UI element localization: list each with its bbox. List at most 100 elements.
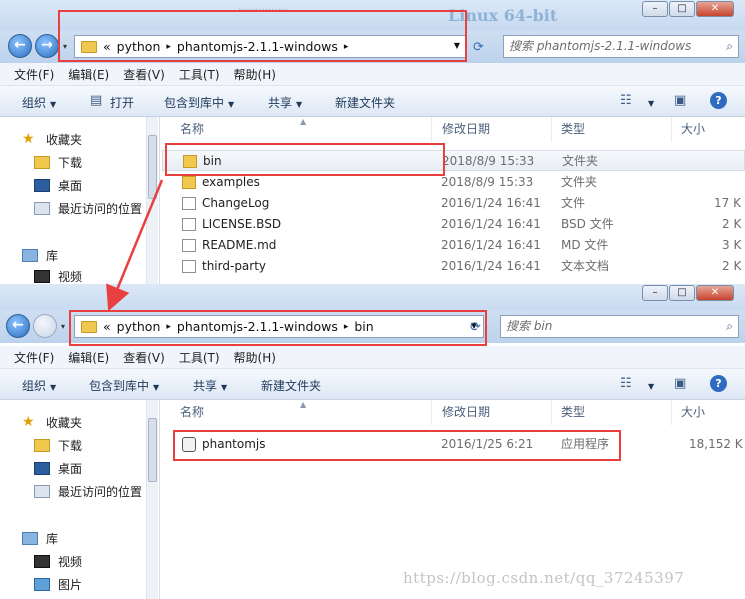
nav-recent-places[interactable]: 最近访问的位置 <box>34 200 142 217</box>
nav-libraries[interactable]: 库 <box>22 247 58 264</box>
breadcrumb-separator-icon[interactable]: ▸ <box>344 322 349 332</box>
search-input[interactable]: 搜索 phantomjs-2.1.1-windows ⌕ <box>503 35 739 58</box>
nav-downloads[interactable]: 下载 <box>34 154 82 171</box>
view-dropdown-icon[interactable]: ▼ <box>644 95 654 109</box>
search-icon[interactable]: ⌕ <box>726 36 733 57</box>
menu-tools[interactable]: 工具(T) <box>179 349 220 366</box>
refresh-icon[interactable]: ⟳ <box>473 40 484 55</box>
nav-downloads-label: 下载 <box>58 439 83 453</box>
nav-pictures[interactable]: 图片 <box>34 576 82 593</box>
navigation-scrollbar[interactable] <box>146 400 158 599</box>
background-text: Linux 64-bit <box>448 6 558 25</box>
view-options-icon[interactable]: ☷ <box>620 376 632 391</box>
file-row-bin[interactable]: bin 2018/8/9 15:33 文件夹 <box>162 150 745 171</box>
file-row-license[interactable]: LICENSE.BSD 2016/1/24 16:41 BSD 文件 2 K <box>162 214 745 235</box>
scrollbar-thumb[interactable] <box>148 418 157 482</box>
column-header-type[interactable]: 类型 <box>552 400 672 425</box>
file-row-changelog[interactable]: ChangeLog 2016/1/24 16:41 文件 17 K <box>162 193 745 214</box>
nav-desktop[interactable]: 桌面 <box>34 460 82 477</box>
new-folder-button[interactable]: 新建文件夹 <box>335 94 395 111</box>
column-header-name[interactable]: 名称 <box>162 400 432 425</box>
menu-bar: 文件(F) 编辑(E) 查看(V) 工具(T) 帮助(H) <box>0 63 745 86</box>
help-icon[interactable]: ? <box>710 92 727 109</box>
breadcrumb-separator-icon[interactable]: ▸ <box>166 322 171 332</box>
share-button[interactable]: 共享 ▼ <box>193 377 227 394</box>
address-dropdown-icon[interactable]: ▼ <box>454 41 460 50</box>
view-options-icon[interactable]: ☷ <box>620 93 632 108</box>
search-input[interactable]: 搜索 bin ⌕ <box>500 315 739 338</box>
nav-favorites[interactable]: ★ 收藏夹 <box>22 414 82 431</box>
breadcrumb-overflow[interactable]: « <box>103 39 111 54</box>
forward-button[interactable]: → <box>35 34 59 58</box>
open-button[interactable]: 打开 <box>110 94 134 111</box>
refresh-icon[interactable]: ⟳ <box>470 320 481 335</box>
menu-file[interactable]: 文件(F) <box>14 66 54 83</box>
close-button[interactable]: ✕ <box>696 285 734 301</box>
minimize-button[interactable]: – <box>642 285 668 301</box>
nav-desktop[interactable]: 桌面 <box>34 177 82 194</box>
nav-favorites[interactable]: ★ 收藏夹 <box>22 131 82 148</box>
menu-tools[interactable]: 工具(T) <box>179 66 220 83</box>
view-dropdown-icon[interactable]: ▼ <box>644 378 654 392</box>
title-bar: …………… Linux 64-bit – □ ✕ <box>0 0 745 31</box>
address-bar[interactable]: « python ▸ phantomjs-2.1.1-windows ▸ ▼ <box>74 35 467 58</box>
file-row-third-party[interactable]: third-party 2016/1/24 16:41 文本文档 2 K <box>162 256 745 277</box>
new-folder-button[interactable]: 新建文件夹 <box>261 377 321 394</box>
help-icon[interactable]: ? <box>710 375 727 392</box>
address-bar[interactable]: « python ▸ phantomjs-2.1.1-windows ▸ bin… <box>74 315 484 338</box>
back-button[interactable]: ← <box>8 34 32 58</box>
scrollbar-thumb[interactable] <box>148 135 157 199</box>
breadcrumb-separator-icon[interactable]: ▸ <box>166 42 171 52</box>
nav-recent-places[interactable]: 最近访问的位置 <box>34 483 142 500</box>
organize-button[interactable]: 组织 ▼ <box>22 94 56 111</box>
star-icon: ★ <box>22 131 35 147</box>
menu-view[interactable]: 查看(V) <box>123 66 165 83</box>
maximize-button[interactable]: □ <box>669 285 695 301</box>
breadcrumb-bin[interactable]: bin <box>354 319 373 334</box>
nav-libraries-label: 库 <box>46 532 59 546</box>
include-in-library-button[interactable]: 包含到库中 ▼ <box>164 94 234 111</box>
file-type: 文本文档 <box>561 259 610 273</box>
breadcrumb-phantomjs[interactable]: phantomjs-2.1.1-windows <box>177 39 338 54</box>
preview-pane-icon[interactable]: ▣ <box>674 376 686 391</box>
breadcrumb-separator-icon[interactable]: ▸ <box>344 42 349 52</box>
breadcrumb-phantomjs[interactable]: phantomjs-2.1.1-windows <box>177 319 338 334</box>
history-dropdown-icon[interactable]: ▾ <box>61 322 65 331</box>
menu-file[interactable]: 文件(F) <box>14 349 54 366</box>
column-header-size[interactable]: 大小 <box>672 400 745 425</box>
column-header-date[interactable]: 修改日期 <box>432 400 552 425</box>
navigation-scrollbar[interactable] <box>146 117 158 284</box>
menu-edit[interactable]: 编辑(E) <box>68 349 109 366</box>
include-in-library-button[interactable]: 包含到库中 ▼ <box>89 377 159 394</box>
menu-help[interactable]: 帮助(H) <box>234 66 276 83</box>
file-row-examples[interactable]: examples 2018/8/9 15:33 文件夹 <box>162 172 745 193</box>
close-button[interactable]: ✕ <box>696 1 734 17</box>
file-row-phantomjs[interactable]: phantomjs 2016/1/25 6:21 应用程序 18,152 K <box>162 434 745 455</box>
organize-button[interactable]: 组织 ▼ <box>22 377 56 394</box>
nav-videos[interactable]: 视频 <box>34 268 82 284</box>
file-row-readme[interactable]: README.md 2016/1/24 16:41 MD 文件 3 K <box>162 235 745 256</box>
column-header-type[interactable]: 类型 <box>552 117 672 142</box>
breadcrumb-python[interactable]: python <box>117 319 161 334</box>
maximize-button[interactable]: □ <box>669 1 695 17</box>
menu-view[interactable]: 查看(V) <box>123 349 165 366</box>
breadcrumb-python[interactable]: python <box>117 39 161 54</box>
breadcrumb-overflow[interactable]: « <box>103 319 111 334</box>
nav-libraries[interactable]: 库 <box>22 530 58 547</box>
history-dropdown-icon[interactable]: ▾ <box>63 42 67 51</box>
nav-videos[interactable]: 视频 <box>34 553 82 570</box>
file-date: 2016/1/25 6:21 <box>441 437 534 451</box>
menu-edit[interactable]: 编辑(E) <box>68 66 109 83</box>
chevron-down-icon: ▼ <box>50 383 57 392</box>
search-icon[interactable]: ⌕ <box>726 316 733 337</box>
column-header-date[interactable]: 修改日期 <box>432 117 552 142</box>
share-button[interactable]: 共享 ▼ <box>268 94 302 111</box>
menu-help[interactable]: 帮助(H) <box>234 349 276 366</box>
preview-pane-icon[interactable]: ▣ <box>674 93 686 108</box>
back-button[interactable]: ← <box>6 314 30 338</box>
minimize-button[interactable]: – <box>642 1 668 17</box>
column-header-name[interactable]: 名称 <box>162 117 432 142</box>
column-header-size[interactable]: 大小 <box>672 117 745 142</box>
forward-button[interactable]: → <box>33 314 57 338</box>
nav-downloads[interactable]: 下载 <box>34 437 82 454</box>
